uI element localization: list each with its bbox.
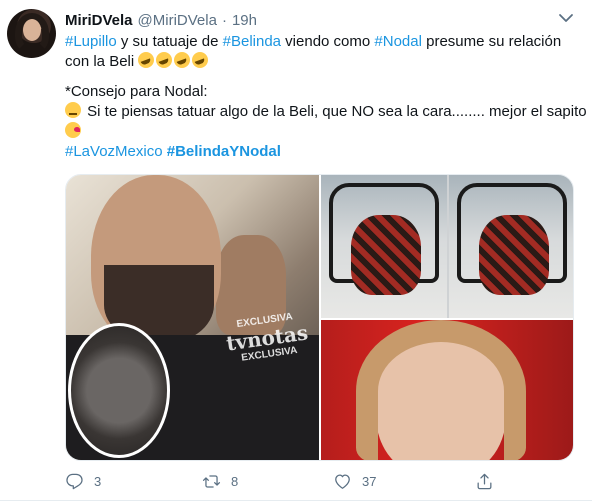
avatar-face xyxy=(23,19,41,41)
rofl-emoji-icon xyxy=(138,52,155,68)
thinking-emoji-icon xyxy=(65,102,81,118)
text-segment: con la Beli xyxy=(65,53,139,70)
retweet-icon xyxy=(202,474,221,488)
text-segment: Si te piensas tatuar algo de la Beli, qu… xyxy=(83,103,587,120)
separator-dot: · xyxy=(221,11,227,29)
retweet-count: 8 xyxy=(231,473,239,489)
text-line-3: *Consejo para Nodal: xyxy=(65,82,575,102)
reply-icon xyxy=(66,473,83,489)
display-name[interactable]: MiriDVela xyxy=(65,12,133,29)
reply-button[interactable]: 3 xyxy=(65,471,101,491)
like-count: 37 xyxy=(362,473,377,489)
photo-couple-figures xyxy=(479,215,549,295)
timestamp[interactable]: 19h xyxy=(232,12,257,29)
reply-count: 3 xyxy=(94,473,102,489)
share-button[interactable] xyxy=(475,471,504,491)
text-line-5 xyxy=(65,122,575,142)
retweet-button[interactable]: 8 xyxy=(202,471,238,491)
like-button[interactable]: 37 xyxy=(333,471,376,491)
photo-tattoo-inset xyxy=(68,323,170,458)
text-line-2: con la Beli xyxy=(65,52,575,72)
text-segment: presume su relación xyxy=(421,33,562,50)
text-line-4: Si te piensas tatuar algo de la Beli, qu… xyxy=(65,102,587,122)
tweet-actions: 3 8 37 xyxy=(65,471,525,491)
kiss-emoji-icon xyxy=(65,122,81,138)
text-line-1: #Lupillo y su tatuaje de #Belinda viendo… xyxy=(65,32,575,52)
hashtag-lupillo[interactable]: #Lupillo xyxy=(65,33,117,50)
photo-belinda[interactable] xyxy=(321,320,573,460)
photo-couple[interactable] xyxy=(321,175,573,318)
photo-hair xyxy=(356,320,526,460)
photo-lupillo[interactable]: EXCLUSIVA tvnotas EXCLUSIVA xyxy=(66,175,319,460)
tweet[interactable]: MiriDVela @MiriDVela · 19h #Lupillo y su… xyxy=(0,0,592,501)
media-grid: EXCLUSIVA tvnotas EXCLUSIVA xyxy=(65,174,574,461)
rofl-emoji-icon xyxy=(156,52,173,68)
text-segment: y su tatuaje de xyxy=(116,33,223,50)
tweet-text: #Lupillo y su tatuaje de #Belinda viendo… xyxy=(65,32,587,162)
photo-couple-right xyxy=(449,175,573,318)
hashtag-nodal[interactable]: #Nodal xyxy=(374,33,422,50)
text-segment: viendo como xyxy=(281,33,375,50)
share-icon xyxy=(477,473,492,489)
hashtag-belinda[interactable]: #Belinda xyxy=(223,33,281,50)
chevron-down-icon[interactable] xyxy=(557,12,575,24)
photo-couple-figures xyxy=(351,215,421,295)
hashtag-lavozmexico[interactable]: #LaVozMexico xyxy=(65,143,163,160)
tweet-header: MiriDVela @MiriDVela · 19h xyxy=(65,10,257,30)
avatar[interactable] xyxy=(7,9,56,58)
rofl-emoji-icon xyxy=(192,52,209,68)
heart-icon xyxy=(335,474,350,489)
user-handle[interactable]: @MiriDVela xyxy=(138,12,217,29)
photo-couple-left xyxy=(321,175,447,318)
hashtag-belindaynodal[interactable]: #BelindaYNodal xyxy=(167,143,281,160)
text-segment: *Consejo para Nodal: xyxy=(65,83,208,100)
text-line-6: #LaVozMexico #BelindaYNodal xyxy=(65,142,575,162)
rofl-emoji-icon xyxy=(174,52,191,68)
